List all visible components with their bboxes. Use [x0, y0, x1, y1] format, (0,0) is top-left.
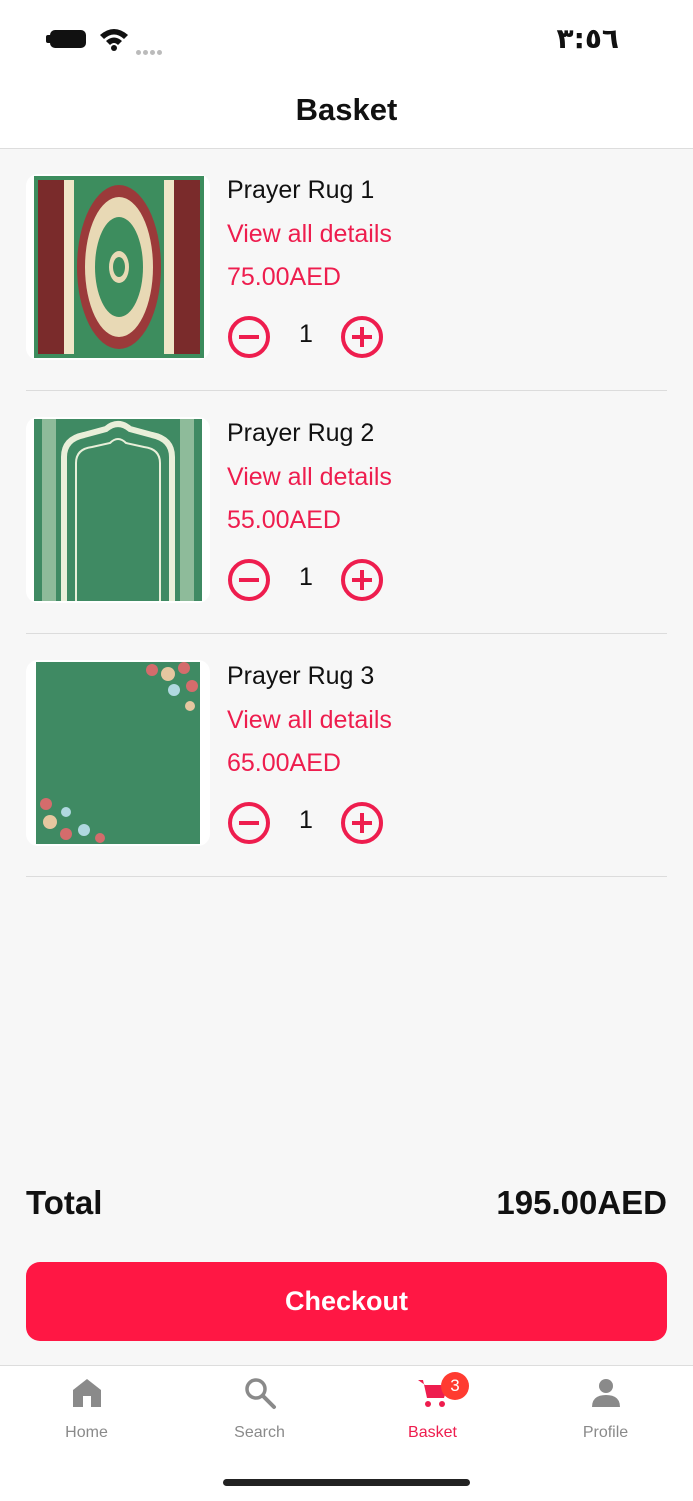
wifi-icon — [100, 29, 128, 51]
basket-item: Prayer Rug 3 View all details 65.00AED 1 — [26, 634, 667, 877]
view-details-link[interactable]: View all details — [227, 706, 392, 735]
product-price: 65.00AED — [227, 749, 341, 777]
decrease-quantity-button[interactable] — [227, 558, 271, 602]
quantity-value: 1 — [299, 806, 313, 834]
battery-icon — [46, 28, 90, 50]
status-time: ٣:٥٦ — [556, 22, 619, 55]
checkout-button[interactable]: Checkout — [26, 1262, 667, 1341]
increase-quantity-button[interactable] — [340, 315, 384, 359]
product-name: Prayer Rug 3 — [227, 662, 375, 690]
tab-profile[interactable]: Profile — [519, 1366, 692, 1456]
tab-label: Profile — [582, 1424, 629, 1441]
tab-label: Basket — [408, 1424, 457, 1441]
home-icon — [73, 1379, 101, 1407]
decrease-quantity-button[interactable] — [227, 315, 271, 359]
view-details-link[interactable]: View all details — [227, 220, 392, 249]
product-name: Prayer Rug 1 — [227, 176, 375, 204]
total-label: Total — [26, 1184, 103, 1221]
cellular-signal-icon — [136, 42, 170, 55]
product-price: 75.00AED — [227, 263, 341, 291]
home-indicator — [223, 1479, 470, 1486]
navigation-bar: Basket — [0, 80, 693, 149]
tab-home[interactable]: Home — [0, 1366, 173, 1456]
tab-label: Home — [65, 1424, 108, 1441]
search-icon — [245, 1378, 276, 1409]
product-price: 55.00AED — [227, 506, 341, 534]
quantity-value: 1 — [299, 563, 313, 591]
cart-count-badge: 3 — [441, 1372, 469, 1400]
basket-item: Prayer Rug 2 View all details 55.00AED 1 — [26, 391, 667, 634]
basket-item: Prayer Rug 1 View all details 75.00AED 1 — [26, 148, 667, 391]
product-name: Prayer Rug 2 — [227, 419, 375, 447]
product-image[interactable] — [26, 660, 210, 846]
decrease-quantity-button[interactable] — [227, 801, 271, 845]
increase-quantity-button[interactable] — [340, 558, 384, 602]
status-bar: ٣:٥٦ — [0, 0, 693, 80]
quantity-value: 1 — [299, 320, 313, 348]
page-title: Basket — [295, 92, 398, 127]
tab-search[interactable]: Search — [173, 1366, 346, 1456]
product-image[interactable] — [26, 417, 210, 603]
product-image[interactable] — [26, 174, 210, 360]
view-details-link[interactable]: View all details — [227, 463, 392, 492]
profile-icon — [592, 1379, 620, 1407]
tab-label: Search — [234, 1424, 285, 1441]
total-value: 195.00AED — [496, 1184, 667, 1221]
increase-quantity-button[interactable] — [340, 801, 384, 845]
tab-basket[interactable]: Basket — [346, 1366, 519, 1456]
